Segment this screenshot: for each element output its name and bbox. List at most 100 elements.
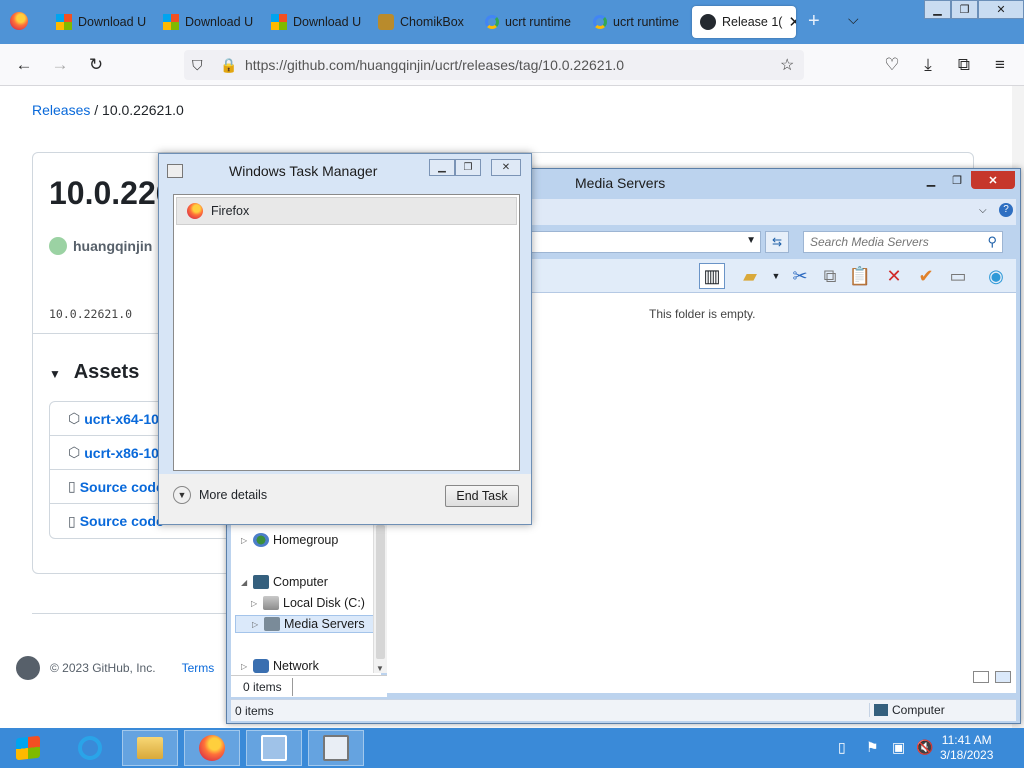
nav-label: Media Servers [284,617,365,631]
scroll-down-arrow-icon[interactable]: ▼ [376,664,384,673]
nav-item-local-disk[interactable]: ▷ Local Disk (C:) [251,596,365,610]
bookmark-star-icon[interactable]: ☆ [780,55,794,75]
taskbar-remote-desktop[interactable] [246,730,302,766]
chevron-down-icon[interactable]: ⌵ [979,205,987,216]
taskbar-firefox[interactable] [184,730,240,766]
network-globe-icon[interactable]: ◉ [983,263,1009,289]
process-list[interactable]: Firefox [173,194,520,471]
back-button[interactable]: ← [12,53,36,77]
cut-icon[interactable]: ✂ [787,263,813,289]
lock-icon[interactable]: 🔒 [220,57,237,74]
volume-muted-icon[interactable]: 🔇 [916,739,933,756]
folder-properties-icon[interactable]: ▰ [737,263,763,289]
dropdown-arrow-icon[interactable]: ▼ [746,235,756,246]
task-manager-close-button[interactable]: ✕ [491,159,521,176]
author-link[interactable]: huangqinjin [73,238,152,254]
action-center-flag-icon[interactable]: ⚑ [866,739,879,756]
expand-arrow-icon[interactable]: ▷ [241,536,249,545]
system-clock[interactable]: 11:41 AM 3/18/2023 [940,733,993,763]
windows-taskbar: ▯ ⚑ ▣ 🔇 11:41 AM 3/18/2023 [0,728,1024,768]
nav-item-homegroup[interactable]: ▷ Homegroup [241,533,338,547]
search-input[interactable] [810,235,980,249]
search-box[interactable]: ⚲ [803,231,1003,253]
window-restore-button[interactable]: ❐ [951,0,978,19]
task-manager-title[interactable]: Windows Task Manager [229,163,377,179]
close-tab-icon[interactable]: ✕ [788,13,796,31]
new-tab-button[interactable]: + [808,10,820,33]
nav-item-computer[interactable]: ◢ Computer [241,575,328,589]
show-hidden-icons-icon[interactable]: ▯ [838,739,846,756]
nav-item-network[interactable]: ▷ Network [241,659,319,673]
copy-icon[interactable]: ⧉ [817,263,843,289]
tab-ucrt-runtime-2[interactable]: ucrt runtime [585,6,689,38]
scrollbar-thumb[interactable] [376,525,385,659]
assets-heading-label: Assets [73,361,140,383]
chevron-down-icon[interactable]: ▼ [763,263,789,289]
help-icon[interactable]: ? [999,203,1013,217]
app-menu-icon[interactable]: ≡ [988,53,1012,77]
explorer-close-button[interactable]: ✕ [971,171,1015,189]
process-row[interactable]: Firefox [176,197,517,225]
navigation-scrollbar[interactable]: ▼ [373,519,387,673]
end-task-button[interactable]: End Task [445,485,519,507]
chevron-down-icon[interactable]: ▼ [173,486,191,504]
tab-ucrt-runtime-1[interactable]: ucrt runtime [477,6,581,38]
window-minimize-button[interactable]: ▁ [924,0,951,19]
shield-icon[interactable]: ⛉ [192,57,203,74]
reload-button[interactable]: ↻ [84,53,108,77]
task-manager-minimize-button[interactable]: ▁ [429,159,455,176]
firefox-logo-icon[interactable] [10,12,28,30]
url-text[interactable]: https://github.com/huangqinjin/ucrt/rele… [245,57,624,73]
explorer-minimize-button[interactable]: ▁ [919,171,943,189]
checkmark-icon[interactable]: ✔ [913,263,939,289]
list-all-tabs-button[interactable]: ⌵ [848,11,859,28]
large-icons-view-icon[interactable] [995,671,1011,683]
tab-chomikbox[interactable]: ChomikBox [370,6,474,38]
expand-arrow-icon[interactable]: ▷ [251,599,259,608]
asset-link[interactable]: Source code [80,479,164,495]
tab-download-1[interactable]: Download U [48,6,152,38]
search-icon[interactable]: ⚲ [987,234,997,250]
expand-arrow-icon[interactable]: ▷ [252,620,260,629]
window-close-button[interactable]: ✕ [978,0,1024,19]
item-count-label: 0 items [243,680,282,694]
avatar[interactable] [49,237,67,255]
pocket-icon[interactable]: ♡ [880,53,904,77]
taskbar-file-explorer[interactable] [122,730,178,766]
tab-download-2[interactable]: Download U [155,6,259,38]
url-bar[interactable]: ⛉ 🔒 https://github.com/huangqinjin/ucrt/… [184,50,804,80]
refresh-button[interactable]: ⇆ [765,231,789,253]
more-details-label[interactable]: More details [199,488,267,502]
task-manager-maximize-button[interactable]: ❐ [455,159,481,176]
tab-release-active[interactable]: Release 1( ✕ [692,6,796,38]
github-mark-icon[interactable] [16,656,40,680]
taskbar-task-manager[interactable] [308,730,364,766]
extensions-icon[interactable]: ⧉ [952,53,976,77]
tab-download-3[interactable]: Download U [263,6,367,38]
details-view-icon[interactable] [973,671,989,683]
package-icon: ⬡ [68,444,81,460]
explorer-maximize-button[interactable]: ❐ [945,171,969,189]
paste-icon[interactable]: 📋 [847,263,873,289]
commit-ref[interactable]: 10.0.22621.0 [49,307,132,321]
downloads-icon[interactable]: ⤓ [916,53,940,77]
chomikbox-icon [378,14,394,30]
network-status-icon[interactable]: ▣ [892,739,905,756]
microsoft-icon [56,14,72,30]
collapse-arrow-icon[interactable]: ◢ [241,578,249,587]
empty-folder-message: This folder is empty. [649,307,756,321]
nav-item-media-servers[interactable]: ▷ Media Servers [235,615,378,633]
start-button[interactable] [0,730,56,766]
breadcrumb-releases-link[interactable]: Releases [32,102,90,118]
more-details-toggle[interactable]: ▼ More details [173,486,267,504]
tab-label: ChomikBox [400,15,464,29]
delete-icon[interactable]: ✕ [881,263,907,289]
task-manager-icon[interactable] [167,164,183,178]
footer-terms-link[interactable]: Terms [182,661,215,675]
preview-pane-icon[interactable]: ▥ [699,263,725,289]
asset-link[interactable]: Source code [80,513,164,529]
forward-button[interactable]: → [48,53,72,77]
taskbar-internet-explorer[interactable] [62,730,118,766]
rename-icon[interactable]: ▭ [945,263,971,289]
expand-arrow-icon[interactable]: ▷ [241,662,249,671]
